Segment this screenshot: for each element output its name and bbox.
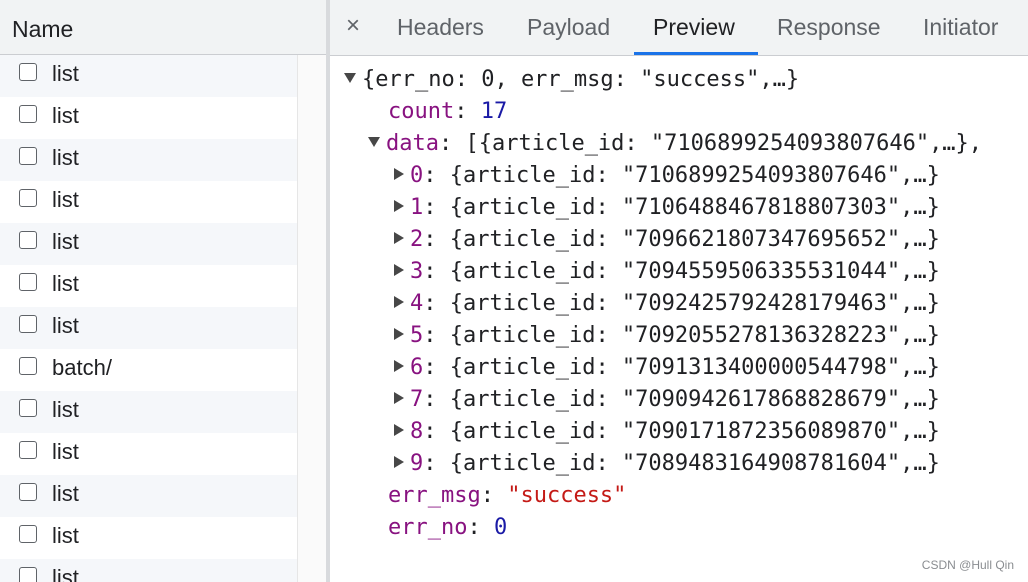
request-checkbox[interactable]: [19, 441, 37, 459]
request-row[interactable]: batch/: [0, 349, 297, 391]
request-row[interactable]: list: [0, 265, 297, 307]
tab-response[interactable]: Response: [777, 14, 881, 41]
collapsed-triangle-icon[interactable]: [394, 296, 404, 308]
active-tab-indicator: [634, 52, 758, 55]
name-column-label: Name: [12, 16, 74, 42]
request-checkbox[interactable]: [19, 483, 37, 501]
details-tabbar: × Headers Payload Preview Response Initi…: [330, 0, 1028, 56]
data-item[interactable]: 3: {article_id: "7094559506335531044",…}: [394, 256, 940, 288]
data-item[interactable]: 5: {article_id: "7092055278136328223",…}: [394, 320, 940, 352]
root-node[interactable]: {err_no: 0, err_msg: "success",…}: [344, 64, 799, 96]
request-name: list: [52, 397, 79, 422]
tab-preview[interactable]: Preview: [653, 14, 735, 41]
request-checkbox[interactable]: [19, 273, 37, 291]
data-item[interactable]: 0: {article_id: "7106899254093807646",…}: [394, 160, 940, 192]
request-row[interactable]: list: [0, 391, 297, 433]
collapsed-triangle-icon[interactable]: [394, 392, 404, 404]
request-name: list: [52, 61, 79, 86]
request-row[interactable]: list: [0, 139, 297, 181]
tab-payload[interactable]: Payload: [527, 14, 610, 41]
request-name: list: [52, 271, 79, 296]
request-name: list: [52, 565, 79, 582]
request-checkbox[interactable]: [19, 399, 37, 417]
collapsed-triangle-icon[interactable]: [394, 456, 404, 468]
request-row[interactable]: list: [0, 55, 297, 97]
collapsed-triangle-icon[interactable]: [394, 264, 404, 276]
request-row[interactable]: list: [0, 475, 297, 517]
request-name: batch/: [52, 355, 112, 380]
request-rows: list list list list list list list batch…: [0, 55, 297, 582]
err-msg-node: err_msg: "success": [388, 483, 627, 508]
request-name: list: [52, 145, 79, 170]
json-preview: {err_no: 0, err_msg: "success",…} count:…: [330, 58, 1028, 582]
request-checkbox[interactable]: [19, 357, 37, 375]
request-checkbox[interactable]: [19, 189, 37, 207]
details-panel: × Headers Payload Preview Response Initi…: [330, 0, 1028, 582]
expand-triangle-icon[interactable]: [344, 73, 356, 83]
request-row[interactable]: list: [0, 97, 297, 139]
data-item[interactable]: 1: {article_id: "7106488467818807303",…}: [394, 192, 940, 224]
request-row[interactable]: list: [0, 559, 297, 582]
name-column-header[interactable]: Name: [0, 0, 326, 55]
request-name: list: [52, 229, 79, 254]
request-checkbox[interactable]: [19, 525, 37, 543]
request-checkbox[interactable]: [19, 567, 37, 582]
request-row[interactable]: list: [0, 517, 297, 559]
collapsed-triangle-icon[interactable]: [394, 328, 404, 340]
collapsed-triangle-icon[interactable]: [394, 200, 404, 212]
tab-initiator[interactable]: Initiator: [923, 14, 998, 41]
request-row[interactable]: list: [0, 433, 297, 475]
collapsed-triangle-icon[interactable]: [394, 424, 404, 436]
data-item[interactable]: 9: {article_id: "7089483164908781604",…}: [394, 448, 940, 480]
tab-headers[interactable]: Headers: [397, 14, 484, 41]
request-list-scrollbar[interactable]: [297, 55, 326, 582]
count-node: count: 17: [388, 99, 508, 124]
err-no-node: err_no: 0: [388, 515, 508, 540]
data-item[interactable]: 6: {article_id: "7091313400000544798",…}: [394, 352, 940, 384]
data-item[interactable]: 4: {article_id: "7092425792428179463",…}: [394, 288, 940, 320]
request-name: list: [52, 523, 79, 548]
request-checkbox[interactable]: [19, 231, 37, 249]
request-checkbox[interactable]: [19, 147, 37, 165]
request-row[interactable]: list: [0, 223, 297, 265]
data-item[interactable]: 2: {article_id: "7096621807347695652",…}: [394, 224, 940, 256]
data-node[interactable]: data: [{article_id: "7106899254093807646…: [368, 128, 982, 160]
data-item[interactable]: 7: {article_id: "7090942617868828679",…}: [394, 384, 940, 416]
collapsed-triangle-icon[interactable]: [394, 168, 404, 180]
collapsed-triangle-icon[interactable]: [394, 360, 404, 372]
collapsed-triangle-icon[interactable]: [394, 232, 404, 244]
close-icon[interactable]: ×: [346, 12, 360, 40]
request-name: list: [52, 103, 79, 128]
request-name: list: [52, 187, 79, 212]
request-checkbox[interactable]: [19, 105, 37, 123]
expand-triangle-icon[interactable]: [368, 137, 380, 147]
watermark-text: CSDN @Hull Qin: [921, 558, 1014, 572]
request-name: list: [52, 439, 79, 464]
request-list-panel: Name list list list list list list list …: [0, 0, 326, 582]
request-name: list: [52, 481, 79, 506]
request-checkbox[interactable]: [19, 315, 37, 333]
request-row[interactable]: list: [0, 181, 297, 223]
request-checkbox[interactable]: [19, 63, 37, 81]
request-name: list: [52, 313, 79, 338]
request-row[interactable]: list: [0, 307, 297, 349]
data-item[interactable]: 8: {article_id: "7090171872356089870",…}: [394, 416, 940, 448]
